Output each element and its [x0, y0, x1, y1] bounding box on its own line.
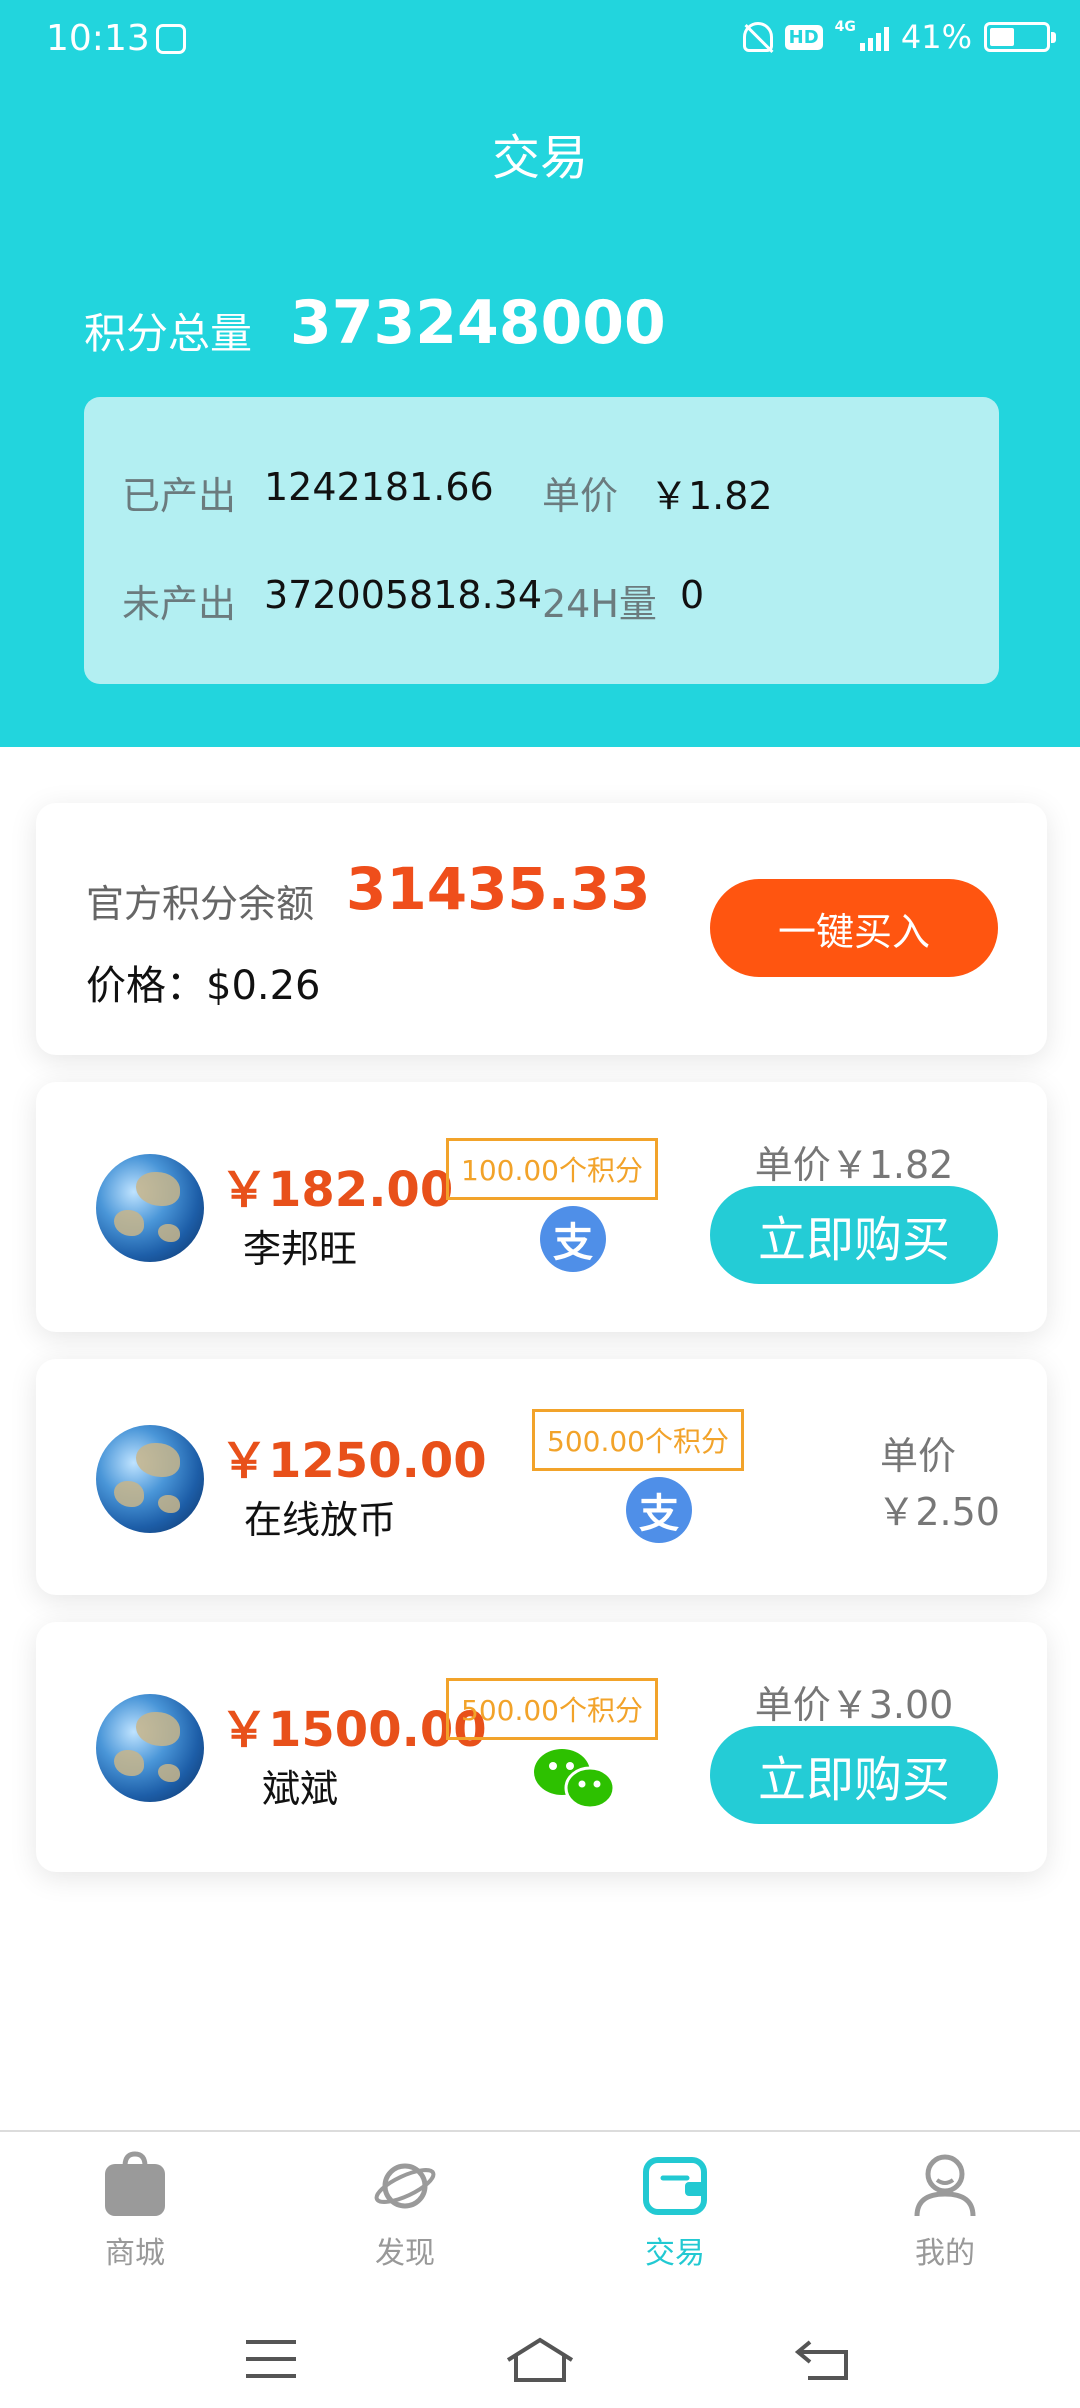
status-bar: 10:13 HD 4G 41% [0, 0, 1080, 86]
points-tag: 100.00个积分 [446, 1138, 658, 1200]
globe-avatar [96, 1154, 204, 1262]
bag-icon [105, 2151, 165, 2216]
system-nav-bar [0, 2298, 1080, 2408]
app-notification-icon [156, 24, 186, 54]
unproduced-value: 372005818.34 [264, 573, 543, 617]
back-icon[interactable] [794, 2338, 850, 2382]
wallet-icon [643, 2157, 707, 2215]
listing-amount: ￥182.00 [220, 1162, 454, 1218]
volume-value: 0 [680, 573, 705, 617]
tab-trade[interactable]: 交易 [540, 2132, 810, 2300]
signal-icon [859, 23, 889, 51]
user-icon [914, 2154, 976, 2217]
wechat-icon [534, 1749, 616, 1810]
mute-icon [742, 22, 773, 52]
unit-price-value: ￥2.50 [877, 1490, 1000, 1534]
volume-label: 24H量 [542, 582, 657, 626]
listing-card: ￥182.00 李邦旺 100.00个积分 支 单价￥1.82 立即购买 [36, 1082, 1047, 1332]
points-tag: 500.00个积分 [446, 1678, 658, 1740]
unit-price-label: 单价 [542, 474, 619, 518]
seller-name: 斌斌 [261, 1767, 338, 1811]
header-banner: 10:13 HD 4G 41% 交易 积分总量 373248000 已产出 12… [0, 0, 1080, 747]
listing-amount: ￥1250.00 [220, 1433, 487, 1489]
planet-icon [374, 2163, 436, 2209]
tab-mine[interactable]: 我的 [810, 2132, 1080, 2300]
seller-name: 李邦旺 [242, 1227, 357, 1271]
globe-avatar [96, 1425, 204, 1533]
official-balance-card: 官方积分余额 31435.33 价格：$0.26 一键买入 [36, 803, 1047, 1055]
official-price: 价格：$0.26 [86, 963, 321, 1009]
buy-now-button[interactable]: 立即购买 [710, 1726, 998, 1824]
battery-icon [984, 22, 1056, 52]
unproduced-label: 未产出 [122, 582, 237, 626]
unit-price: 单价￥1.82 [754, 1143, 954, 1187]
battery-percent: 41% [900, 18, 972, 56]
alipay-icon: 支 [540, 1206, 606, 1272]
unit-price-value: ￥1.82 [650, 474, 773, 518]
produced-label: 已产出 [122, 474, 237, 518]
page-title: 交易 [491, 130, 588, 186]
menu-icon[interactable] [244, 2338, 298, 2380]
buy-now-button[interactable]: 立即购买 [710, 1186, 998, 1284]
tab-label: 发现 [375, 2236, 435, 2271]
tab-discover[interactable]: 发现 [270, 2132, 540, 2300]
official-balance-value: 31435.33 [346, 855, 651, 923]
status-time: 10:13 [46, 18, 150, 59]
hd-icon: HD [784, 24, 823, 50]
stats-panel: 已产出 1242181.66 单价 ￥1.82 未产出 372005818.34… [84, 397, 999, 684]
listing-card: ￥1250.00 在线放币 500.00个积分 支 单价 ￥2.50 [36, 1359, 1047, 1595]
total-points-label: 积分总量 [84, 309, 253, 358]
tab-label: 交易 [645, 2236, 705, 2271]
tab-mall[interactable]: 商城 [0, 2132, 270, 2300]
points-tag: 500.00个积分 [532, 1409, 744, 1471]
home-icon[interactable] [504, 2334, 576, 2384]
bottom-tab-bar: 商城 发现 交易 我的 [0, 2130, 1080, 2300]
seller-name: 在线放币 [243, 1498, 396, 1542]
official-balance-label: 官方积分余额 [86, 882, 315, 926]
unit-price-label: 单价 [879, 1434, 956, 1478]
globe-avatar [96, 1694, 204, 1802]
listing-card: ￥1500.00 斌斌 500.00个积分 单价￥3.00 立即购买 [36, 1622, 1047, 1872]
network-type: 4G [834, 19, 856, 35]
total-points-value: 373248000 [290, 288, 666, 358]
tab-label: 商城 [105, 2236, 165, 2271]
tab-label: 我的 [915, 2236, 975, 2271]
produced-value: 1242181.66 [264, 465, 494, 509]
alipay-icon: 支 [626, 1477, 692, 1543]
unit-price: 单价￥3.00 [754, 1683, 954, 1727]
buy-all-button[interactable]: 一键买入 [710, 879, 998, 977]
